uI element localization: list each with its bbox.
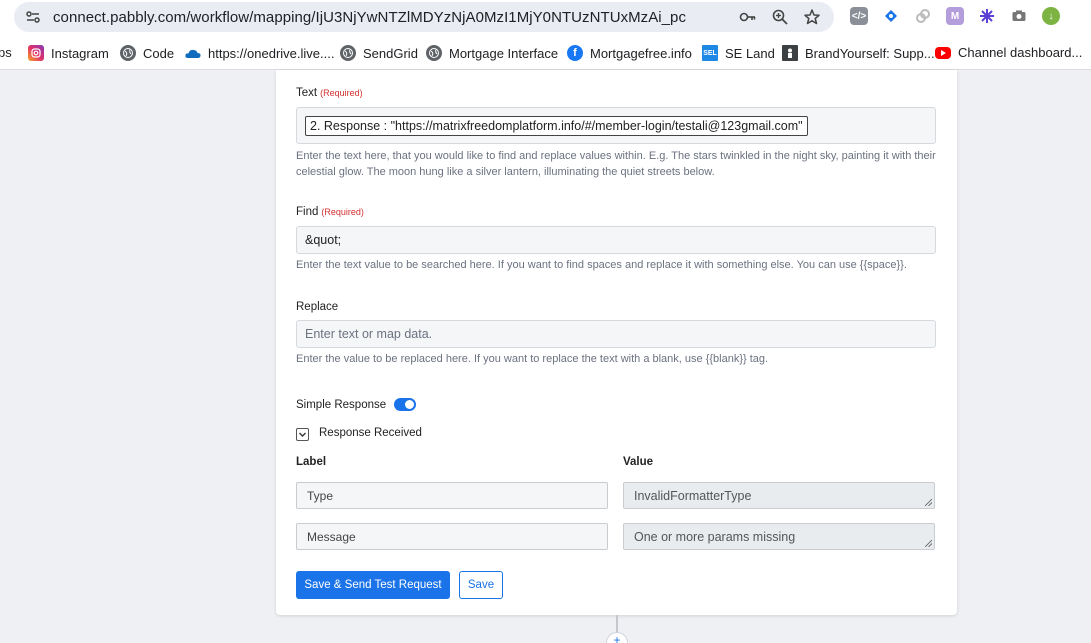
save-button[interactable]: Save <box>459 571 503 599</box>
bookmark-sendgrid[interactable]: SendGrid <box>340 45 418 61</box>
bookmark-code[interactable]: Code <box>120 45 174 61</box>
tag-extension-icon[interactable] <box>882 7 900 25</box>
resize-handle-icon[interactable] <box>925 499 932 506</box>
find-input[interactable]: &quot; <box>296 226 936 254</box>
spark-extension-icon[interactable] <box>978 7 996 25</box>
globe-icon <box>340 45 356 61</box>
bookmark-instagram[interactable]: Instagram <box>28 45 109 61</box>
instagram-icon <box>28 45 44 61</box>
bookmark-onedrive[interactable]: https://onedrive.live.... <box>185 45 334 61</box>
brandyourself-icon <box>782 45 798 61</box>
mail-extension-icon[interactable]: M <box>946 7 964 25</box>
save-and-send-test-button[interactable]: Save & Send Test Request <box>296 571 450 599</box>
response-label-field[interactable]: Type <box>296 482 608 509</box>
label-column-header: Label <box>296 456 327 468</box>
youtube-icon <box>935 46 951 59</box>
bookmark-youtube[interactable]: Channel dashboard... <box>935 45 1082 60</box>
required-tag: (Required) <box>320 88 363 98</box>
bookmark-apps[interactable]: ps <box>0 45 12 60</box>
download-icon[interactable]: ↓ <box>1042 7 1060 25</box>
required-tag: (Required) <box>321 207 364 217</box>
find-label: Find (Required) <box>296 206 364 218</box>
resize-handle-icon[interactable] <box>925 540 932 547</box>
find-value: &quot; <box>305 233 342 247</box>
password-key-icon[interactable] <box>738 7 758 27</box>
address-bar[interactable]: connect.pabbly.com/workflow/mapping/IjU3… <box>14 2 834 32</box>
action-config-card: Text (Required) 2. Response : "https://ma… <box>276 70 957 615</box>
bookmark-se-land[interactable]: SEL SE Land <box>702 45 775 61</box>
code-extension-icon[interactable]: </> <box>850 7 868 25</box>
site-settings-icon[interactable] <box>25 9 41 25</box>
simple-response-toggle[interactable] <box>394 398 416 411</box>
response-value-field[interactable]: InvalidFormatterType <box>623 482 935 509</box>
replace-help: Enter the value to be replaced here. If … <box>296 353 769 365</box>
response-value-field[interactable]: One or more params missing <box>623 523 935 550</box>
text-label: Text (Required) <box>296 87 363 99</box>
response-label-field[interactable]: Message <box>296 523 608 550</box>
bookmarks-bar: ps Instagram Code https://onedrive.live.… <box>0 36 1091 70</box>
text-help: Enter the text here, that you would like… <box>296 150 936 178</box>
add-step-icon[interactable]: + <box>606 632 628 643</box>
bookmark-mortgage-interface[interactable]: Mortgage Interface <box>426 45 558 61</box>
sel-icon: SEL <box>702 45 718 61</box>
text-input[interactable]: 2. Response : "https://matrixfreedomplat… <box>296 107 936 144</box>
replace-label: Replace <box>296 301 339 313</box>
simple-response-label: Simple Response <box>296 399 387 411</box>
url-text[interactable]: connect.pabbly.com/workflow/mapping/IjU3… <box>53 9 686 26</box>
bookmark-mortgagefree[interactable]: f Mortgagefree.info <box>567 45 692 61</box>
mapped-data-chip[interactable]: 2. Response : "https://matrixfreedomplat… <box>305 115 808 136</box>
find-help: Enter the text value to be searched here… <box>296 259 907 271</box>
camera-extension-icon[interactable] <box>1010 7 1028 25</box>
value-column-header: Value <box>623 456 654 468</box>
chevron-down-icon[interactable] <box>296 428 309 441</box>
zoom-icon[interactable] <box>770 7 790 27</box>
globe-icon <box>426 45 442 61</box>
replace-placeholder: Enter text or map data. <box>305 327 433 341</box>
onedrive-icon <box>185 45 201 61</box>
globe-icon <box>120 45 136 61</box>
browser-toolbar: connect.pabbly.com/workflow/mapping/IjU3… <box>0 0 1091 36</box>
link-extension-icon[interactable] <box>914 7 932 25</box>
bookmark-star-icon[interactable] <box>802 7 822 27</box>
bookmark-brandyourself[interactable]: BrandYourself: Supp... <box>782 45 935 61</box>
replace-input[interactable]: Enter text or map data. <box>296 320 936 348</box>
facebook-icon: f <box>567 45 583 61</box>
response-received-toggle[interactable]: Response Received <box>319 427 422 439</box>
